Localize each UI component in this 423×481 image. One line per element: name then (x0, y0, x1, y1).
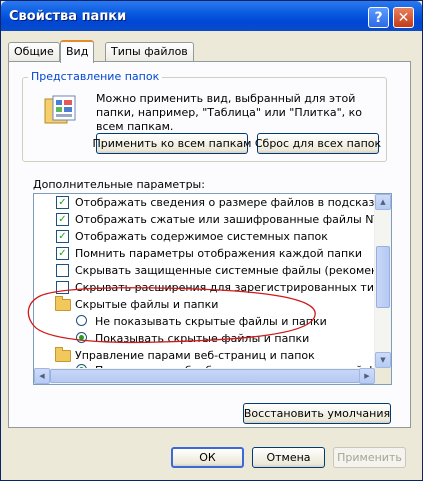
list-item-label: Показывать скрытые файлы и папки (95, 332, 310, 345)
advanced-settings-list[interactable]: ✓ Отображать сведения о размере файлов в… (33, 193, 392, 385)
reset-all-folders-button[interactable]: Сброс для всех папок (255, 133, 381, 154)
restore-defaults-button[interactable]: Восстановить умолчания (243, 403, 391, 424)
horizontal-scrollbar[interactable]: ◀ ▶ (34, 368, 375, 384)
list-item[interactable]: Не показывать скрытые файлы и папки (34, 313, 374, 330)
list-item-label: Скрывать расширения для зарегистрированн… (75, 281, 374, 294)
vertical-scrollbar[interactable]: ▲ ▼ (374, 194, 391, 368)
tab-file-types[interactable]: Типы файлов (105, 42, 194, 61)
scrollbar-corner (375, 368, 391, 384)
list-item-label: Отображать содержимое системных папок (75, 230, 328, 243)
list-item-label: Скрывать защищенные системные файлы (рек… (75, 264, 374, 277)
checkbox-checked[interactable]: ✓ (56, 196, 69, 209)
list-item-label: Не показывать скрытые файлы и папки (95, 315, 327, 328)
scroll-down-button[interactable]: ▼ (375, 352, 391, 368)
apply-to-all-folders-button[interactable]: Применить ко всем папкам (93, 133, 251, 154)
apply-button[interactable]: Применить (333, 447, 406, 468)
scroll-up-button[interactable]: ▲ (375, 194, 391, 210)
advanced-settings-label: Дополнительные параметры: (33, 178, 205, 191)
checkbox-unchecked[interactable] (56, 281, 69, 294)
scroll-right-button[interactable]: ▶ (359, 368, 375, 384)
help-button[interactable]: ? (368, 7, 389, 28)
folder-views-title: Представление папок (28, 70, 163, 83)
radio-unselected[interactable] (76, 315, 87, 326)
checkbox-checked[interactable]: ✓ (56, 230, 69, 243)
scroll-thumb[interactable] (376, 246, 390, 308)
ok-button[interactable]: ОК (171, 447, 244, 468)
folder-views-icon (44, 95, 76, 124)
radio-selected[interactable] (76, 332, 87, 343)
scroll-left-button[interactable]: ◀ (34, 368, 50, 384)
checkbox-unchecked[interactable] (56, 264, 69, 277)
cancel-button[interactable]: Отмена (252, 447, 325, 468)
list-item-label: Скрытые файлы и папки (75, 298, 219, 311)
list-item-label: Отображать сжатые или зашифрованные файл… (75, 213, 374, 226)
list-item[interactable]: Показывать скрытые файлы и папки (34, 330, 374, 347)
list-item[interactable]: ✓ Отображать сведения о размере файлов в… (34, 194, 374, 211)
folder-icon (55, 296, 71, 311)
close-button[interactable]: ✕ (393, 7, 414, 28)
tab-view[interactable]: Вид (60, 40, 95, 63)
list-item[interactable]: ✓ Помнить параметры отображения каждой п… (34, 245, 374, 262)
list-item[interactable]: ✓ Отображать сжатые или зашифрованные фа… (34, 211, 374, 228)
tab-general[interactable]: Общие (8, 42, 60, 61)
list-item[interactable]: Скрывать расширения для зарегистрированн… (34, 279, 374, 296)
title-bar[interactable]: Свойства папки ? ✕ (1, 1, 422, 31)
list-item[interactable]: ✓ Отображать содержимое системных папок (34, 228, 374, 245)
list-item-label: Помнить параметры отображения каждой пап… (75, 247, 363, 260)
folder-views-description: Можно применить вид, выбранный для этой … (96, 92, 363, 133)
window-title: Свойства папки (9, 9, 127, 24)
folder-icon (55, 347, 71, 362)
checkbox-checked[interactable]: ✓ (56, 213, 69, 226)
list-item-label: Отображать сведения о размере файлов в п… (75, 196, 374, 209)
checkbox-checked[interactable]: ✓ (56, 247, 69, 260)
list-item[interactable]: Скрывать защищенные системные файлы (рек… (34, 262, 374, 279)
horizontal-scroll-thumb[interactable] (50, 369, 360, 383)
list-item: Скрытые файлы и папки (34, 296, 374, 313)
